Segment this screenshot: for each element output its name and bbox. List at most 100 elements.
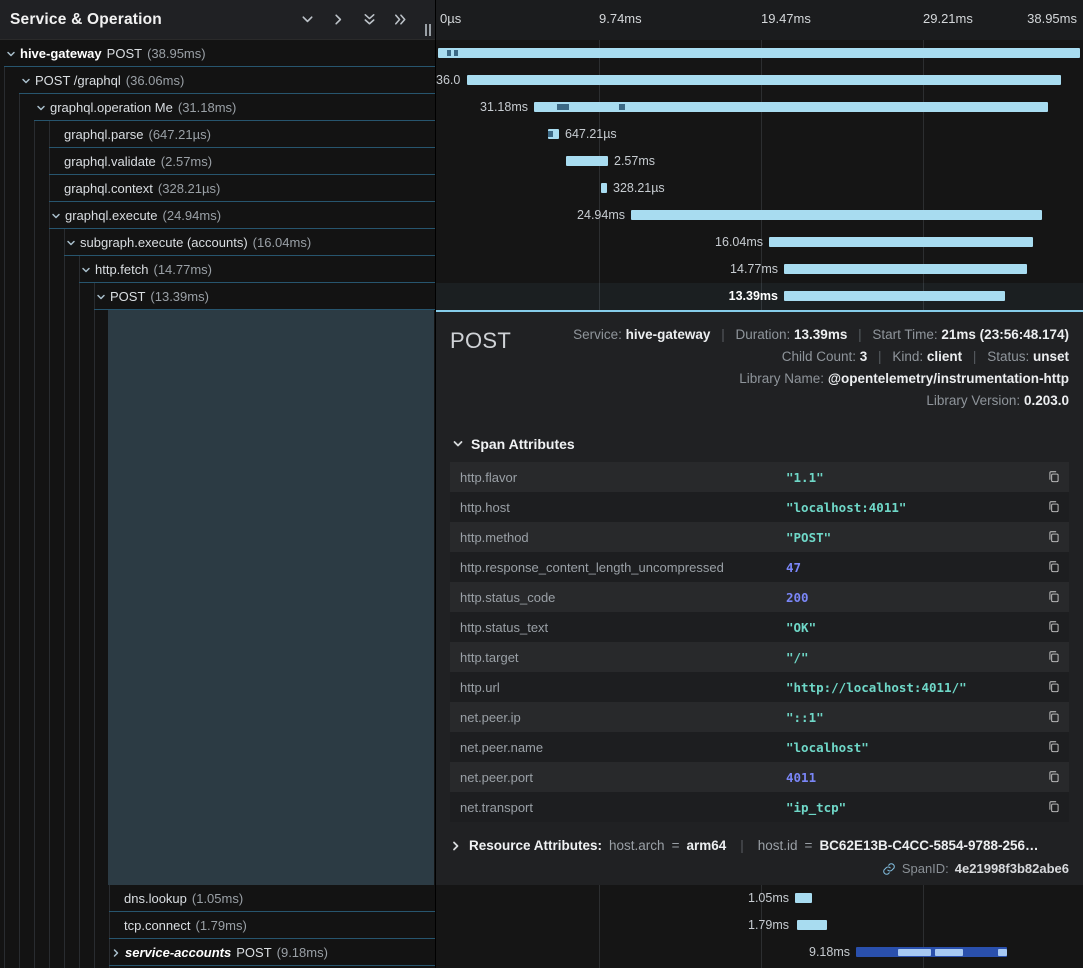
attribute-row: net.peer.port 4011 bbox=[450, 762, 1069, 792]
timeline-row[interactable]: 2.57ms bbox=[436, 148, 1083, 175]
tree-row-selected[interactable]: POST (13.39ms) bbox=[0, 283, 435, 310]
attribute-row: http.response_content_length_uncompresse… bbox=[450, 552, 1069, 582]
copy-icon[interactable] bbox=[1037, 590, 1061, 604]
attribute-row: http.method "POST" bbox=[450, 522, 1069, 552]
tree-row[interactable]: graphql.execute (24.94ms) bbox=[0, 202, 435, 229]
copy-icon[interactable] bbox=[1037, 620, 1061, 634]
link-icon[interactable] bbox=[882, 862, 896, 876]
tree-row[interactable]: tcp.connect (1.79ms) bbox=[0, 912, 435, 939]
span-bar[interactable] bbox=[784, 291, 1005, 301]
bar-notch bbox=[557, 104, 569, 110]
timeline-row[interactable] bbox=[436, 40, 1083, 67]
tree-row[interactable]: graphql.operation Me (31.18ms) bbox=[0, 94, 435, 121]
tree-row[interactable]: graphql.context (328.21µs) bbox=[0, 175, 435, 202]
indent-guide bbox=[79, 256, 80, 968]
span-duration: (647.21µs) bbox=[149, 127, 211, 142]
span-duration-label: 328.21µs bbox=[613, 175, 665, 202]
tree-toolbar bbox=[298, 11, 409, 29]
span-bar[interactable] bbox=[438, 48, 1080, 58]
timeline-row[interactable]: 24.94ms bbox=[436, 202, 1083, 229]
chevron-down-icon[interactable] bbox=[298, 11, 316, 29]
ruler-tick: 29.21ms bbox=[923, 11, 973, 26]
span-operation-name: tcp.connect bbox=[124, 918, 191, 933]
meta-label: Kind: bbox=[892, 349, 923, 364]
span-bar[interactable] bbox=[769, 237, 1033, 247]
tree-row[interactable]: POST /graphql (36.06ms) bbox=[0, 67, 435, 94]
span-bar[interactable] bbox=[534, 102, 1048, 112]
timeline-row[interactable]: 328.21µs bbox=[436, 175, 1083, 202]
tree-row[interactable]: graphql.parse (647.21µs) bbox=[0, 121, 435, 148]
chevron-down-icon[interactable] bbox=[6, 49, 16, 59]
attribute-value: "localhost:4011" bbox=[786, 500, 1037, 515]
timeline-row[interactable]: 647.21µs bbox=[436, 121, 1083, 148]
copy-icon[interactable] bbox=[1037, 800, 1061, 814]
span-operation-name: graphql.validate bbox=[64, 154, 156, 169]
meta-label: Start Time: bbox=[872, 327, 937, 342]
span-duration: (31.18ms) bbox=[178, 100, 237, 115]
copy-icon[interactable] bbox=[1037, 650, 1061, 664]
chevron-down-icon[interactable] bbox=[36, 103, 46, 113]
chevron-down-icon[interactable] bbox=[81, 265, 91, 275]
span-service-name: service-accounts bbox=[125, 945, 231, 960]
double-chevron-right-icon[interactable] bbox=[391, 11, 409, 29]
timeline-row-selected[interactable]: 13.39ms bbox=[436, 283, 1083, 310]
tree-row[interactable]: service-accounts POST (9.18ms) bbox=[0, 939, 435, 966]
tree-row[interactable]: subgraph.execute (accounts) (16.04ms) bbox=[0, 229, 435, 256]
span-bar[interactable] bbox=[784, 264, 1027, 274]
span-bar[interactable] bbox=[467, 75, 1061, 85]
copy-icon[interactable] bbox=[1037, 770, 1061, 784]
span-operation-name: graphql.execute bbox=[65, 208, 158, 223]
chevron-down-icon[interactable] bbox=[96, 292, 106, 302]
copy-icon[interactable] bbox=[1037, 740, 1061, 754]
timeline-row[interactable]: 31.18ms bbox=[436, 94, 1083, 121]
ruler-tick: 38.95ms bbox=[1027, 11, 1077, 26]
attribute-value: "ip_tcp" bbox=[786, 800, 1037, 815]
attribute-row: net.peer.ip "::1" bbox=[450, 702, 1069, 732]
tree-row[interactable]: dns.lookup (1.05ms) bbox=[0, 885, 435, 912]
copy-icon[interactable] bbox=[1037, 470, 1061, 484]
chevron-down-icon[interactable] bbox=[51, 211, 61, 221]
span-bar[interactable] bbox=[601, 183, 607, 193]
indent-guide bbox=[94, 283, 95, 968]
span-bar[interactable] bbox=[566, 156, 608, 166]
chevron-right-icon[interactable] bbox=[329, 11, 347, 29]
chevron-down-icon[interactable] bbox=[21, 76, 31, 86]
resource-value: arm64 bbox=[686, 838, 726, 853]
span-duration: (328.21µs) bbox=[158, 181, 220, 196]
panel-resizer[interactable] bbox=[425, 24, 431, 36]
copy-icon[interactable] bbox=[1037, 560, 1061, 574]
tree-row[interactable]: graphql.validate (2.57ms) bbox=[0, 148, 435, 175]
timeline-row[interactable]: 16.04ms bbox=[436, 229, 1083, 256]
meta-value-library-version: 0.203.0 bbox=[1024, 393, 1069, 408]
timeline-row[interactable]: 1.05ms bbox=[436, 885, 1083, 912]
span-bar[interactable] bbox=[631, 210, 1042, 220]
double-chevron-down-icon[interactable] bbox=[360, 11, 378, 29]
tree-row[interactable]: http.fetch (14.77ms) bbox=[0, 256, 435, 283]
span-duration-label: 2.57ms bbox=[614, 148, 655, 175]
chevron-right-icon[interactable] bbox=[111, 948, 121, 958]
meta-value-kind: client bbox=[927, 349, 962, 364]
attribute-key: net.peer.name bbox=[460, 740, 786, 755]
timeline-row[interactable]: 9.18ms bbox=[436, 939, 1083, 966]
span-operation-name: POST bbox=[110, 289, 145, 304]
copy-icon[interactable] bbox=[1037, 500, 1061, 514]
detail-header: POST Service: hive-gateway | Duration: 1… bbox=[450, 324, 1069, 412]
chevron-down-icon[interactable] bbox=[66, 238, 76, 248]
attribute-row: http.url "http://localhost:4011/" bbox=[450, 672, 1069, 702]
copy-icon[interactable] bbox=[1037, 530, 1061, 544]
span-attributes-toggle[interactable]: Span Attributes bbox=[452, 436, 1069, 452]
span-bar[interactable] bbox=[797, 920, 827, 930]
span-bar-collapsed[interactable] bbox=[856, 947, 1007, 957]
span-bar[interactable] bbox=[548, 129, 559, 139]
timeline-row[interactable]: 1.79ms bbox=[436, 912, 1083, 939]
tree-row[interactable]: hive-gateway POST (38.95ms) bbox=[0, 40, 435, 67]
span-title: POST bbox=[450, 328, 511, 354]
attribute-value: "OK" bbox=[786, 620, 1037, 635]
copy-icon[interactable] bbox=[1037, 680, 1061, 694]
span-bar[interactable] bbox=[795, 893, 812, 903]
timeline-row[interactable]: 36.06ms bbox=[436, 67, 1083, 94]
resource-attributes-toggle[interactable]: Resource Attributes: host.arch = arm64 |… bbox=[450, 838, 1069, 853]
span-duration: (38.95ms) bbox=[147, 46, 206, 61]
timeline-row[interactable]: 14.77ms bbox=[436, 256, 1083, 283]
copy-icon[interactable] bbox=[1037, 710, 1061, 724]
